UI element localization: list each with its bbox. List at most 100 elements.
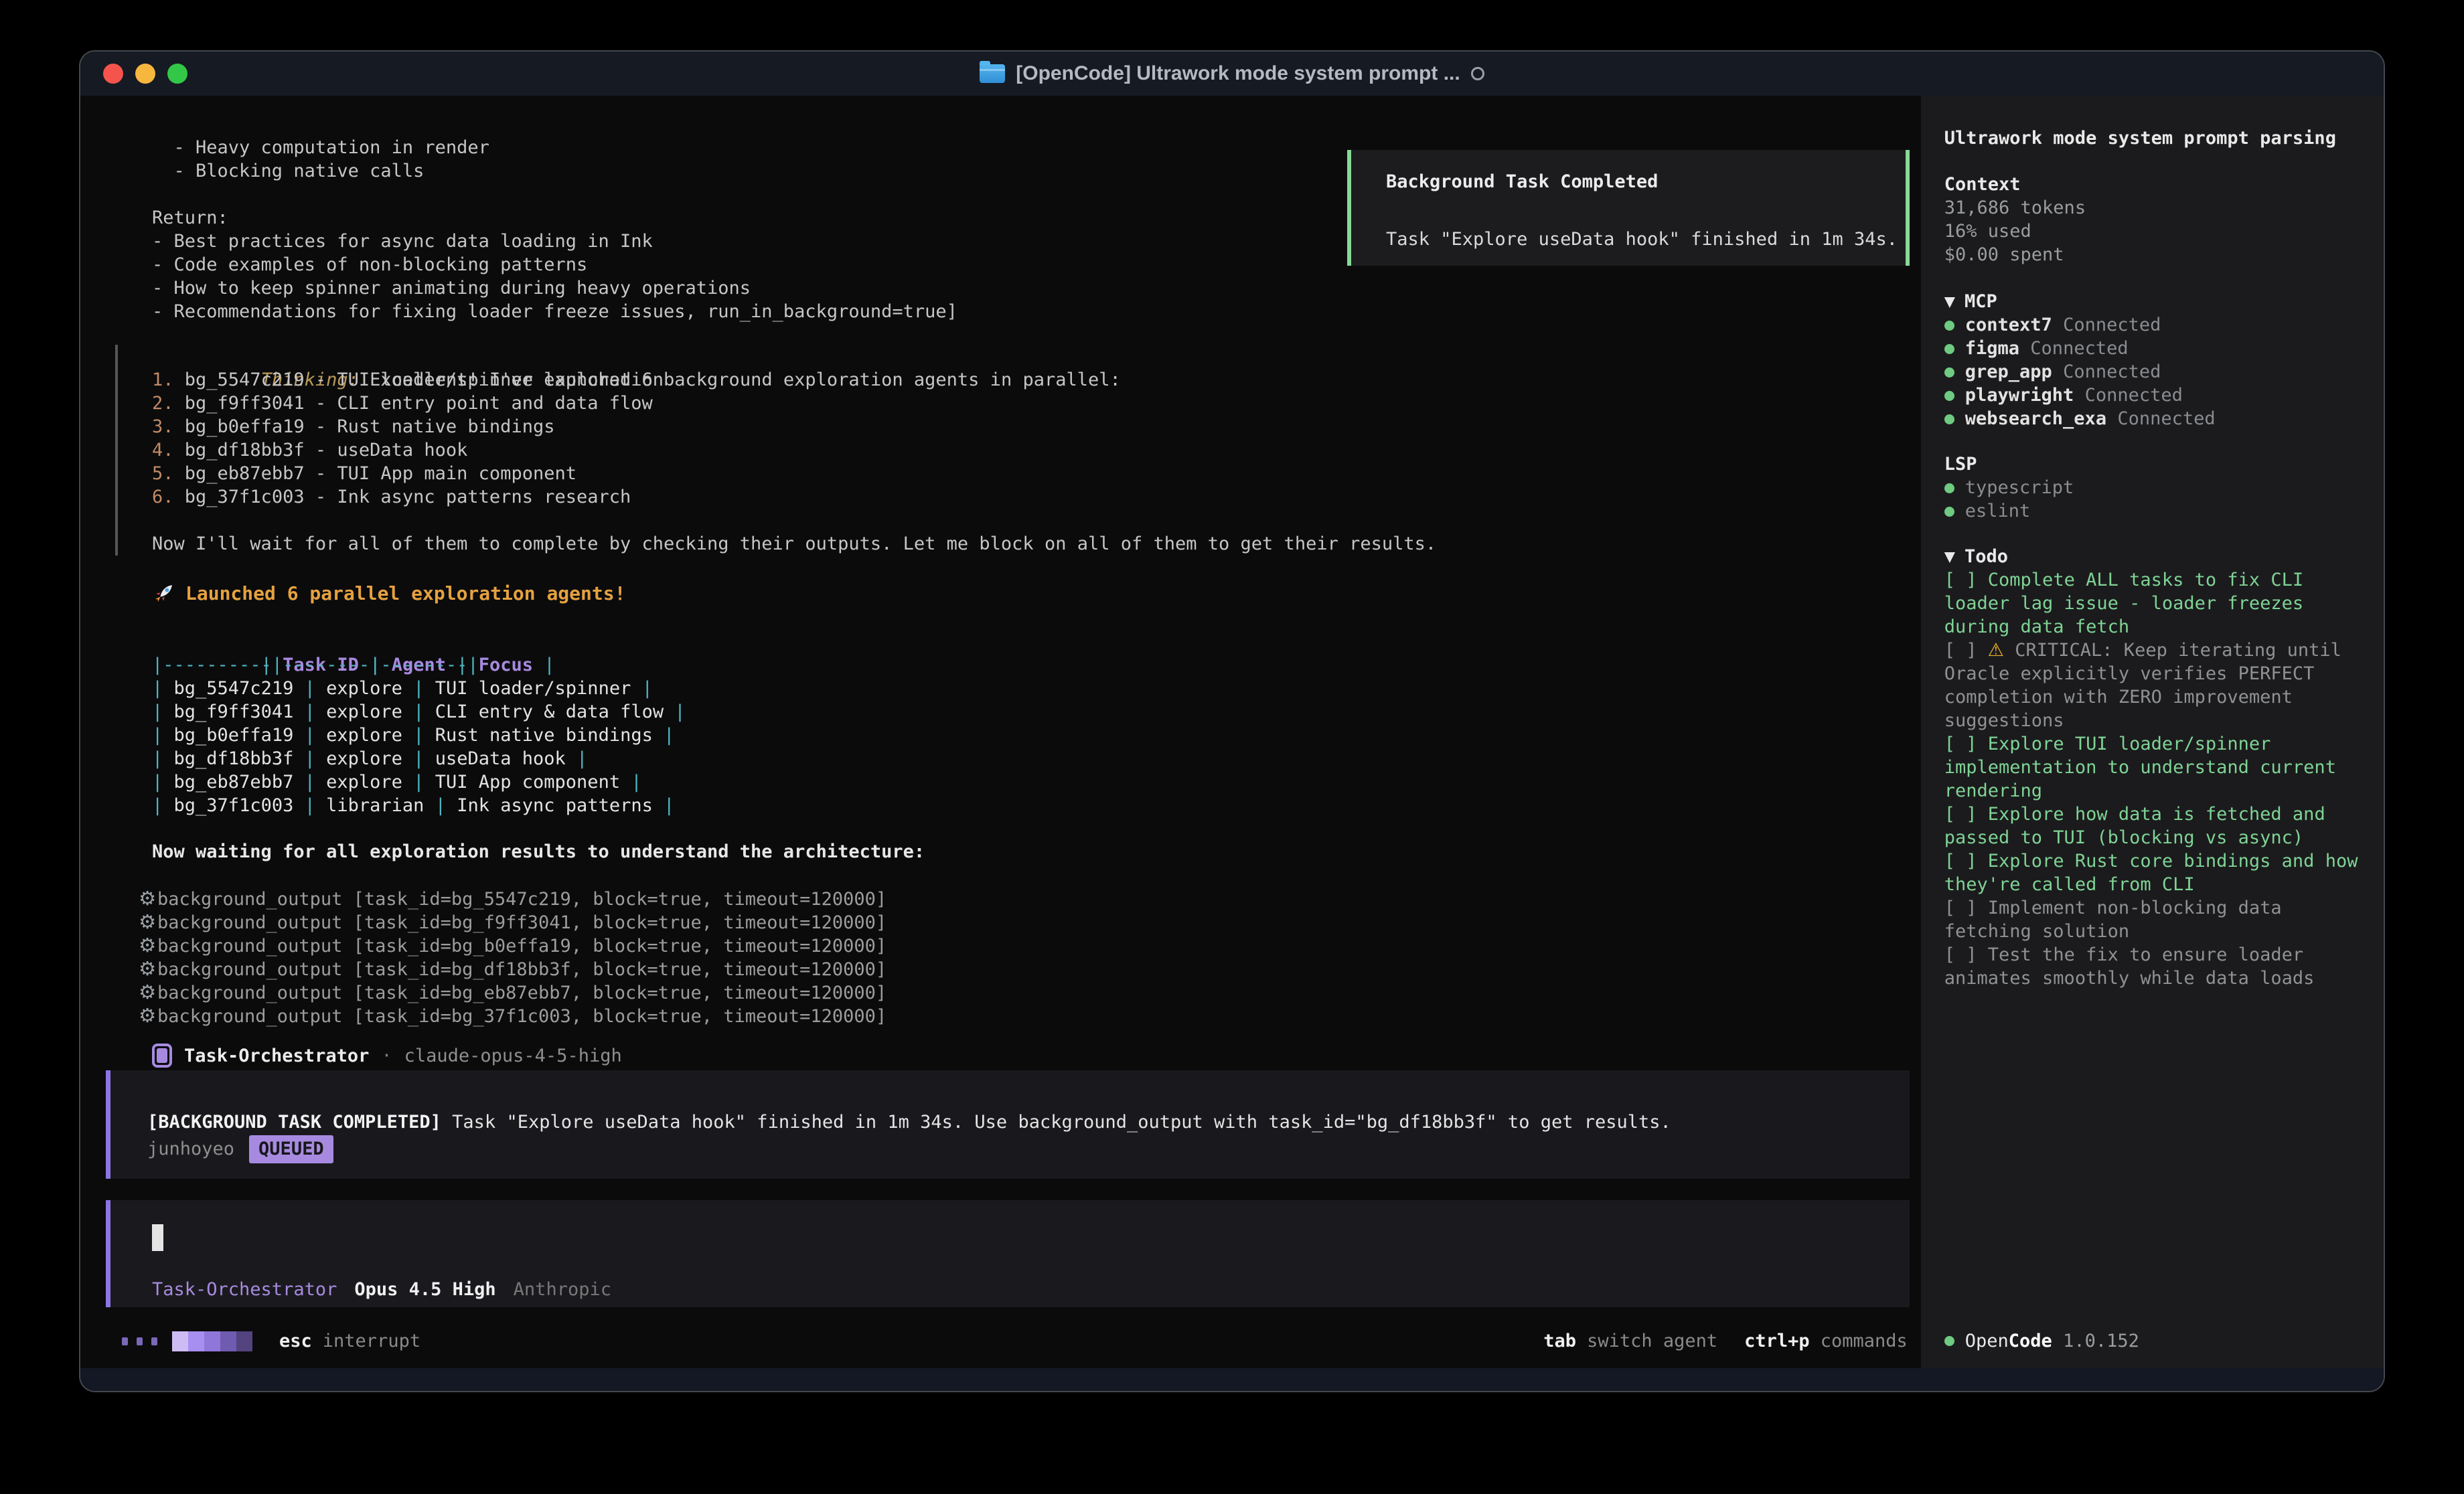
list-item: bg_b0effa19 - Rust native bindings	[185, 416, 555, 437]
titlebar: [OpenCode] Ultrawork mode system prompt …	[80, 52, 2384, 96]
ctrlp-key-hint: ctrl+p	[1744, 1331, 1810, 1351]
folder-icon	[980, 64, 1005, 83]
warning-icon: ⚠	[1988, 640, 2004, 661]
mcp-item: figma Connected	[1944, 337, 2367, 360]
gear-icon: ⚙	[139, 887, 156, 910]
terminal-line: - Best practices for async data loading …	[152, 230, 957, 253]
cell-agent: explore	[326, 701, 402, 722]
mcp-name: grep_app	[1965, 361, 2052, 382]
todo-item: [ ] Explore Rust core bindings and how t…	[1944, 849, 2367, 896]
table-row: | bg_b0effa19 | explore | Rust native bi…	[152, 724, 686, 747]
list-item: bg_eb87ebb7 - TUI App main component	[185, 463, 576, 484]
toast-notification[interactable]: Background Task Completed Task "Explore …	[1347, 150, 1910, 266]
tool-call-text: background_output [task_id=bg_df18bb3f, …	[157, 959, 887, 980]
cell-agent: explore	[326, 748, 402, 769]
app-window: [OpenCode] Ultrawork mode system prompt …	[79, 50, 2385, 1392]
ctrlp-action-hint: commands	[1821, 1331, 1908, 1351]
prompt-input[interactable]: Task-Orchestrator Opus 4.5 High Anthropi…	[106, 1200, 1910, 1307]
rocket-icon	[152, 581, 176, 605]
cell-focus: TUI loader/spinner	[435, 678, 631, 699]
tool-calls-block: ⚙background_output [task_id=bg_5547c219,…	[139, 887, 887, 1027]
separator-dot: ·	[381, 1046, 392, 1066]
todo-item: [ ] ⚠ CRITICAL: Keep iterating until Ora…	[1944, 639, 2367, 732]
cell-agent: librarian	[326, 795, 424, 816]
tool-call-line: ⚙background_output [task_id=bg_eb87ebb7,…	[139, 981, 887, 1004]
terminal-main: - Heavy computation in render - Blocking…	[80, 96, 1921, 1368]
checkbox-icon: [ ]	[1944, 804, 1988, 825]
cell-focus: Rust native bindings	[435, 725, 653, 746]
status-dot-icon	[1944, 507, 1954, 517]
cell-task-id: bg_df18bb3f	[174, 748, 294, 769]
terminal-line: - Code examples of non-blocking patterns	[152, 253, 957, 276]
lsp-item: eslint	[1944, 499, 2367, 523]
mcp-status: Connected	[2063, 361, 2161, 382]
app-version: OpenCode 1.0.152	[1944, 1329, 2139, 1353]
provider-label: Anthropic	[514, 1279, 611, 1300]
launch-announcement: Launched 6 parallel exploration agents!	[152, 579, 625, 607]
lsp-name: typescript	[1965, 477, 2074, 498]
mcp-section-header[interactable]: ▼MCP	[1944, 290, 2367, 313]
checkbox-icon: [ ]	[1944, 898, 1988, 918]
checkbox-icon: [ ]	[1944, 570, 1988, 590]
context-header: Context	[1944, 173, 2367, 196]
checkbox-icon: [ ]	[1944, 944, 1988, 965]
table-pipe: |	[413, 772, 424, 793]
minimize-button[interactable]	[135, 64, 155, 84]
list-number: 4.	[152, 440, 185, 461]
thinking-followup: Now I'll wait for all of them to complet…	[152, 532, 1436, 556]
close-button[interactable]	[103, 64, 123, 84]
todo-section-header[interactable]: ▼Todo	[1944, 545, 2367, 568]
table-pipe: |	[305, 772, 315, 793]
window-footer	[80, 1368, 2384, 1392]
cell-focus: TUI App component	[435, 772, 620, 793]
context-spent: $0.00 spent	[1944, 243, 2367, 266]
zoom-button[interactable]	[167, 64, 187, 84]
status-dot-icon	[1944, 391, 1954, 401]
table-pipe: |	[664, 725, 674, 746]
table-row: | bg_eb87ebb7 | explore | TUI App compon…	[152, 770, 686, 794]
username: junhoyeo	[147, 1136, 234, 1163]
mcp-status	[2052, 315, 2063, 335]
esc-key-hint: esc	[279, 1331, 312, 1351]
status-dot-icon	[1944, 344, 1954, 354]
table-row: | bg_37f1c003 | librarian | Ink async pa…	[152, 794, 686, 817]
list-number: 3.	[152, 416, 185, 437]
cell-task-id: bg_37f1c003	[174, 795, 294, 816]
todo-item: [ ] Test the fix to ensure loader animat…	[1944, 943, 2367, 990]
table-pipe: |	[674, 701, 685, 722]
list-item: bg_f9ff3041 - CLI entry point and data f…	[185, 393, 653, 414]
todo-text: Explore Rust core bindings and how they'…	[1944, 851, 2369, 895]
table-pipe: |	[152, 795, 163, 816]
tool-call-text: background_output [task_id=bg_eb87ebb7, …	[157, 983, 887, 1003]
agent-icon	[152, 1044, 172, 1068]
tool-call-line: ⚙background_output [task_id=bg_f9ff3041,…	[139, 910, 887, 934]
progress-spinner-icon	[172, 1331, 252, 1351]
terminal-line: - Heavy computation in render	[152, 136, 957, 159]
progress-circle-icon	[1471, 67, 1484, 80]
todo-text: Complete ALL tasks to fix CLI loader lag…	[1944, 570, 2315, 637]
app-name: Open	[1965, 1331, 2009, 1351]
message-text: Task "Explore useData hook" finished in …	[441, 1112, 1671, 1133]
table-pipe: |	[305, 748, 315, 769]
status-dot-icon	[1944, 1336, 1954, 1346]
active-model-label[interactable]: Opus 4.5 High	[354, 1279, 495, 1300]
cell-task-id: bg_b0effa19	[174, 725, 294, 746]
table-pipe: |	[413, 748, 424, 769]
table-pipe: |	[305, 795, 315, 816]
terminal-line: - Blocking native calls	[152, 159, 957, 183]
tab-key-hint: tab	[1543, 1331, 1576, 1351]
mcp-item: playwright Connected	[1944, 384, 2367, 407]
checkbox-icon: [ ]	[1944, 640, 1988, 661]
assistant-text-block: - Heavy computation in render - Blocking…	[152, 136, 957, 323]
chevron-down-icon: ▼	[1944, 291, 1955, 312]
sidebar: Ultrawork mode system prompt parsing Con…	[1921, 96, 2384, 1368]
gear-icon: ⚙	[139, 910, 156, 933]
active-agent-label[interactable]: Task-Orchestrator	[152, 1279, 337, 1300]
tool-call-text: background_output [task_id=bg_37f1c003, …	[157, 1006, 887, 1027]
todo-item: [ ] Implement non-blocking data fetching…	[1944, 896, 2367, 943]
mcp-item: context7 Connected	[1944, 313, 2367, 337]
version-number: 1.0.152	[2052, 1331, 2139, 1351]
waiting-line: Now waiting for all exploration results …	[152, 840, 925, 863]
gear-icon: ⚙	[139, 1004, 156, 1027]
cell-agent: explore	[326, 772, 402, 793]
